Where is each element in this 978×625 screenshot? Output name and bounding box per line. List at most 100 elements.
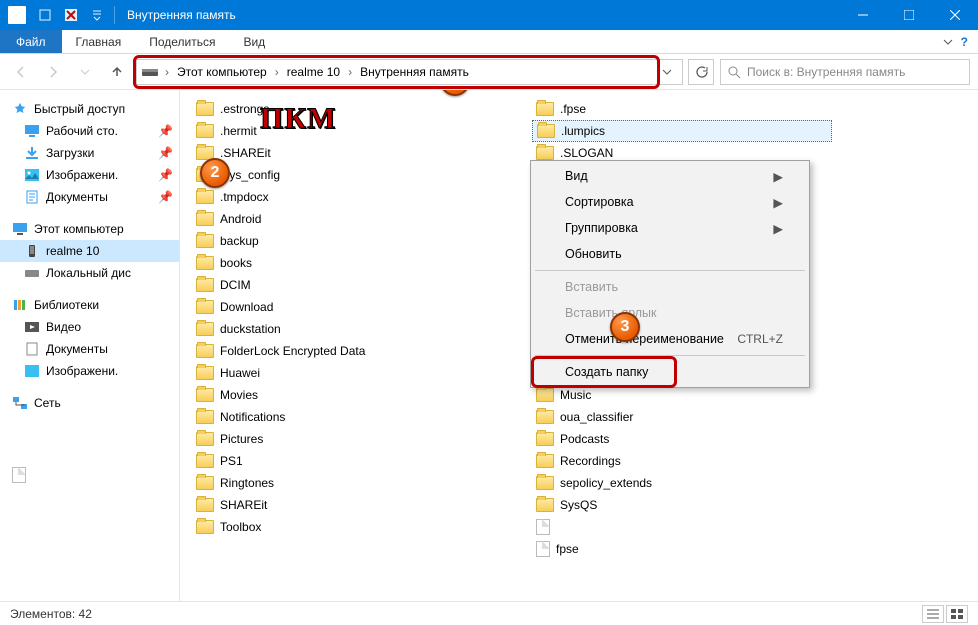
list-item[interactable]: SysQS: [532, 494, 832, 516]
ctx-refresh[interactable]: Обновить: [533, 241, 807, 267]
chevron-right-icon[interactable]: ›: [163, 65, 171, 79]
list-item[interactable]: .tmpdocx: [192, 186, 492, 208]
ctx-view[interactable]: Вид▶: [533, 163, 807, 189]
sidebar-item-localdisk[interactable]: Локальный дис: [0, 262, 179, 284]
breadcrumb-device[interactable]: realme 10: [285, 63, 342, 81]
list-item[interactable]: Android: [192, 208, 492, 230]
file-tab[interactable]: Файл: [0, 30, 62, 53]
qat-dropdown-icon[interactable]: [86, 4, 108, 26]
chevron-right-icon: ▶: [773, 221, 783, 236]
search-input[interactable]: Поиск в: Внутренняя память: [720, 59, 970, 85]
maximize-button[interactable]: [886, 0, 932, 30]
file-icon: [12, 467, 26, 483]
list-item[interactable]: backup: [192, 230, 492, 252]
ctx-sort[interactable]: Сортировка▶: [533, 189, 807, 215]
list-item[interactable]: Podcasts: [532, 428, 832, 450]
up-button[interactable]: [104, 59, 130, 85]
list-item[interactable]: Notifications: [192, 406, 492, 428]
qat-properties-icon[interactable]: [34, 4, 56, 26]
sidebar-quick-access[interactable]: Быстрый доступ: [0, 98, 179, 120]
item-count: Элементов: 42: [10, 607, 92, 621]
sidebar-this-pc[interactable]: Этот компьютер: [0, 218, 179, 240]
sidebar-unknown-item[interactable]: [0, 464, 179, 486]
address-bar[interactable]: › Этот компьютер › realme 10 › Внутрення…: [136, 59, 683, 85]
list-item[interactable]: SHAREit: [192, 494, 492, 516]
folder-icon: [536, 498, 554, 512]
list-item[interactable]: duckstation: [192, 318, 492, 340]
tab-home[interactable]: Главная: [62, 30, 136, 53]
folder-icon: [196, 476, 214, 490]
qat-new-icon[interactable]: [60, 4, 82, 26]
list-item-label: .SHAREit: [220, 146, 271, 160]
folder-icon: [196, 388, 214, 402]
list-item-label: Recordings: [560, 454, 621, 468]
list-item[interactable]: FolderLock Encrypted Data: [192, 340, 492, 362]
list-item[interactable]: books: [192, 252, 492, 274]
sidebar-item-desktop[interactable]: Рабочий сто.📌: [0, 120, 179, 142]
disk-icon: [24, 266, 40, 280]
recent-locations-icon[interactable]: [72, 59, 98, 85]
list-item[interactable]: Movies: [192, 384, 492, 406]
list-item[interactable]: sepolicy_extends: [532, 472, 832, 494]
sidebar-item-pictures[interactable]: Изображени.📌: [0, 164, 179, 186]
view-icons-button[interactable]: [946, 605, 968, 623]
list-item[interactable]: Recordings: [532, 450, 832, 472]
sidebar-item-documents[interactable]: Документы📌: [0, 186, 179, 208]
view-details-button[interactable]: [922, 605, 944, 623]
list-item[interactable]: .sys_config: [192, 164, 492, 186]
close-button[interactable]: [932, 0, 978, 30]
breadcrumb-storage[interactable]: Внутренняя память: [358, 63, 471, 81]
list-item[interactable]: .SHAREit: [192, 142, 492, 164]
folder-icon: [196, 432, 214, 446]
help-icon[interactable]: ?: [961, 35, 968, 49]
ctx-new-folder[interactable]: Создать папку: [533, 359, 807, 385]
list-item[interactable]: Ringtones: [192, 472, 492, 494]
file-list-pane[interactable]: .estrongs.hermit .SHAREit .sys_config .tmpd…: [180, 90, 978, 601]
chevron-right-icon[interactable]: ›: [273, 65, 281, 79]
sidebar-item-realme[interactable]: realme 10: [0, 240, 179, 262]
list-item[interactable]: .fpse: [532, 98, 832, 120]
list-item-label: SysQS: [560, 498, 597, 512]
sidebar-item-lib-pictures[interactable]: Изображени.: [0, 360, 179, 382]
list-item[interactable]: .lumpics: [532, 120, 832, 142]
list-item[interactable]: .hermit: [192, 120, 492, 142]
list-item[interactable]: PS1: [192, 450, 492, 472]
ctx-undo[interactable]: Отменить переименованиеCTRL+Z: [533, 326, 807, 352]
list-item[interactable]: DCIM: [192, 274, 492, 296]
minimize-button[interactable]: [840, 0, 886, 30]
list-item[interactable]: Huawei: [192, 362, 492, 384]
forward-button[interactable]: [40, 59, 66, 85]
network-icon: [12, 396, 28, 410]
address-dropdown-icon[interactable]: [656, 67, 678, 77]
list-item[interactable]: Pictures: [192, 428, 492, 450]
tab-share[interactable]: Поделиться: [135, 30, 229, 53]
list-item-label: .sys_config: [220, 168, 280, 182]
folder-icon: [196, 168, 214, 182]
list-item[interactable]: Toolbox: [192, 516, 492, 538]
tab-view[interactable]: Вид: [229, 30, 279, 53]
list-item[interactable]: fpse: [532, 538, 832, 560]
documents-icon: [24, 342, 40, 356]
sidebar-item-downloads[interactable]: Загрузки📌: [0, 142, 179, 164]
folder-icon: [196, 234, 214, 248]
list-item-label: PS1: [220, 454, 243, 468]
sidebar-libraries[interactable]: Библиотеки: [0, 294, 179, 316]
breadcrumb-pc[interactable]: Этот компьютер: [175, 63, 269, 81]
list-item[interactable]: [532, 516, 832, 538]
sidebar-item-videos[interactable]: Видео: [0, 316, 179, 338]
list-item-label: SHAREit: [220, 498, 267, 512]
ribbon-expand-icon[interactable]: [943, 37, 953, 47]
folder-icon: [196, 278, 214, 292]
list-item[interactable]: oua_classifier: [532, 406, 832, 428]
chevron-right-icon[interactable]: ›: [346, 65, 354, 79]
sidebar-network[interactable]: Сеть: [0, 392, 179, 414]
list-item-label: Movies: [220, 388, 258, 402]
list-item[interactable]: .estrongs: [192, 98, 492, 120]
back-button[interactable]: [8, 59, 34, 85]
ctx-group[interactable]: Группировка▶: [533, 215, 807, 241]
sidebar-item-lib-documents[interactable]: Документы: [0, 338, 179, 360]
folder-icon: [537, 124, 555, 138]
list-item[interactable]: Download: [192, 296, 492, 318]
folder-icon: [196, 102, 214, 116]
refresh-button[interactable]: [688, 59, 714, 85]
